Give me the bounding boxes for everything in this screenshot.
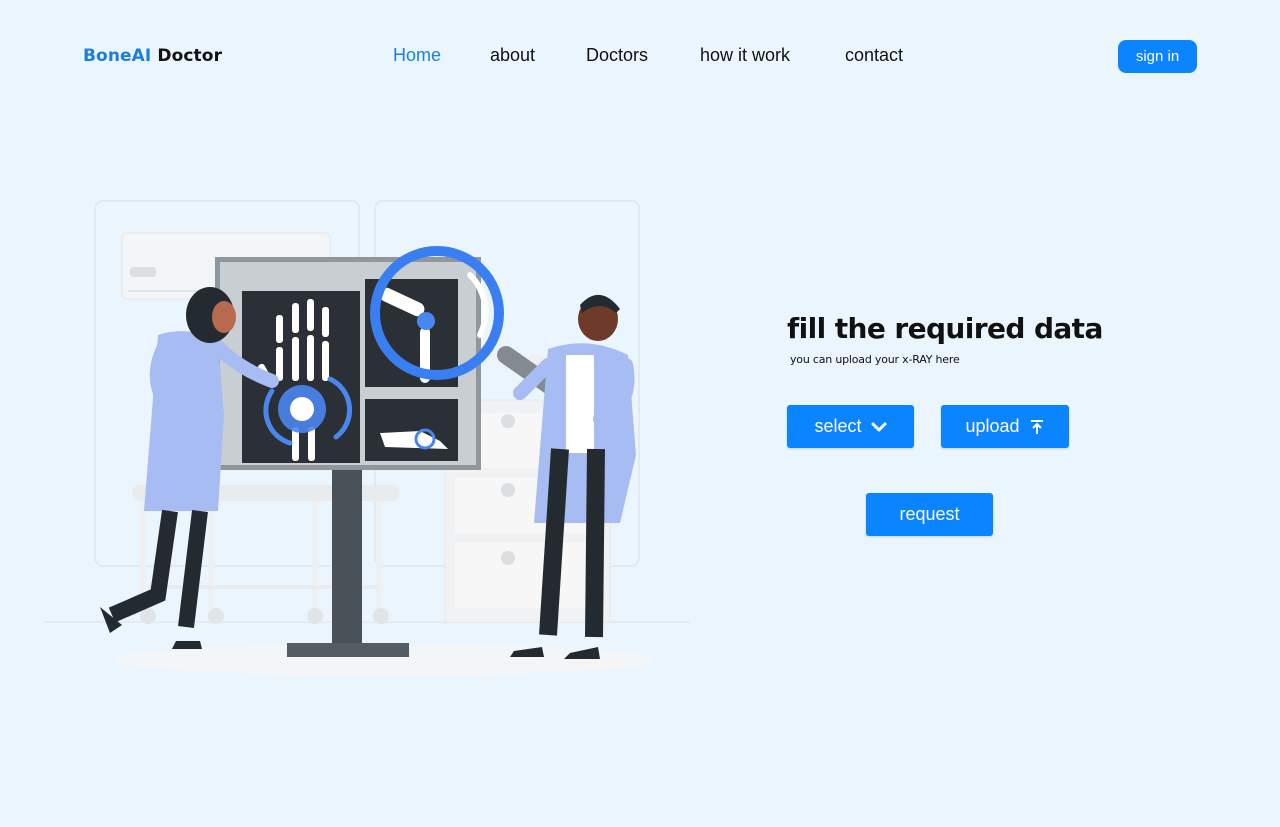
form-subtitle: you can upload your x-RAY here <box>790 353 960 366</box>
form-title: fill the required data <box>787 312 1103 345</box>
nav-how-it-work[interactable]: how it work <box>700 45 790 66</box>
request-button[interactable]: request <box>866 493 993 536</box>
xray-form: fill the required data you can upload yo… <box>787 312 1107 366</box>
nav-contact[interactable]: contact <box>845 45 903 66</box>
nav-about[interactable]: about <box>490 45 535 66</box>
select-button[interactable]: select <box>787 405 914 448</box>
chevron-down-icon <box>871 422 887 431</box>
nav-doctors[interactable]: Doctors <box>586 45 648 66</box>
logo-suffix: Doctor <box>157 46 223 66</box>
doctors-xray-illustration <box>45 200 690 676</box>
upload-label: upload <box>965 416 1020 436</box>
upload-icon <box>1030 419 1043 434</box>
logo-brand: BoneAI <box>83 46 152 66</box>
nav-home[interactable]: Home <box>393 45 441 66</box>
logo[interactable]: BoneAI Doctor <box>83 46 222 66</box>
select-label: select <box>814 416 862 436</box>
upload-button[interactable]: upload <box>941 405 1069 448</box>
sign-in-button[interactable]: sign in <box>1118 40 1197 73</box>
